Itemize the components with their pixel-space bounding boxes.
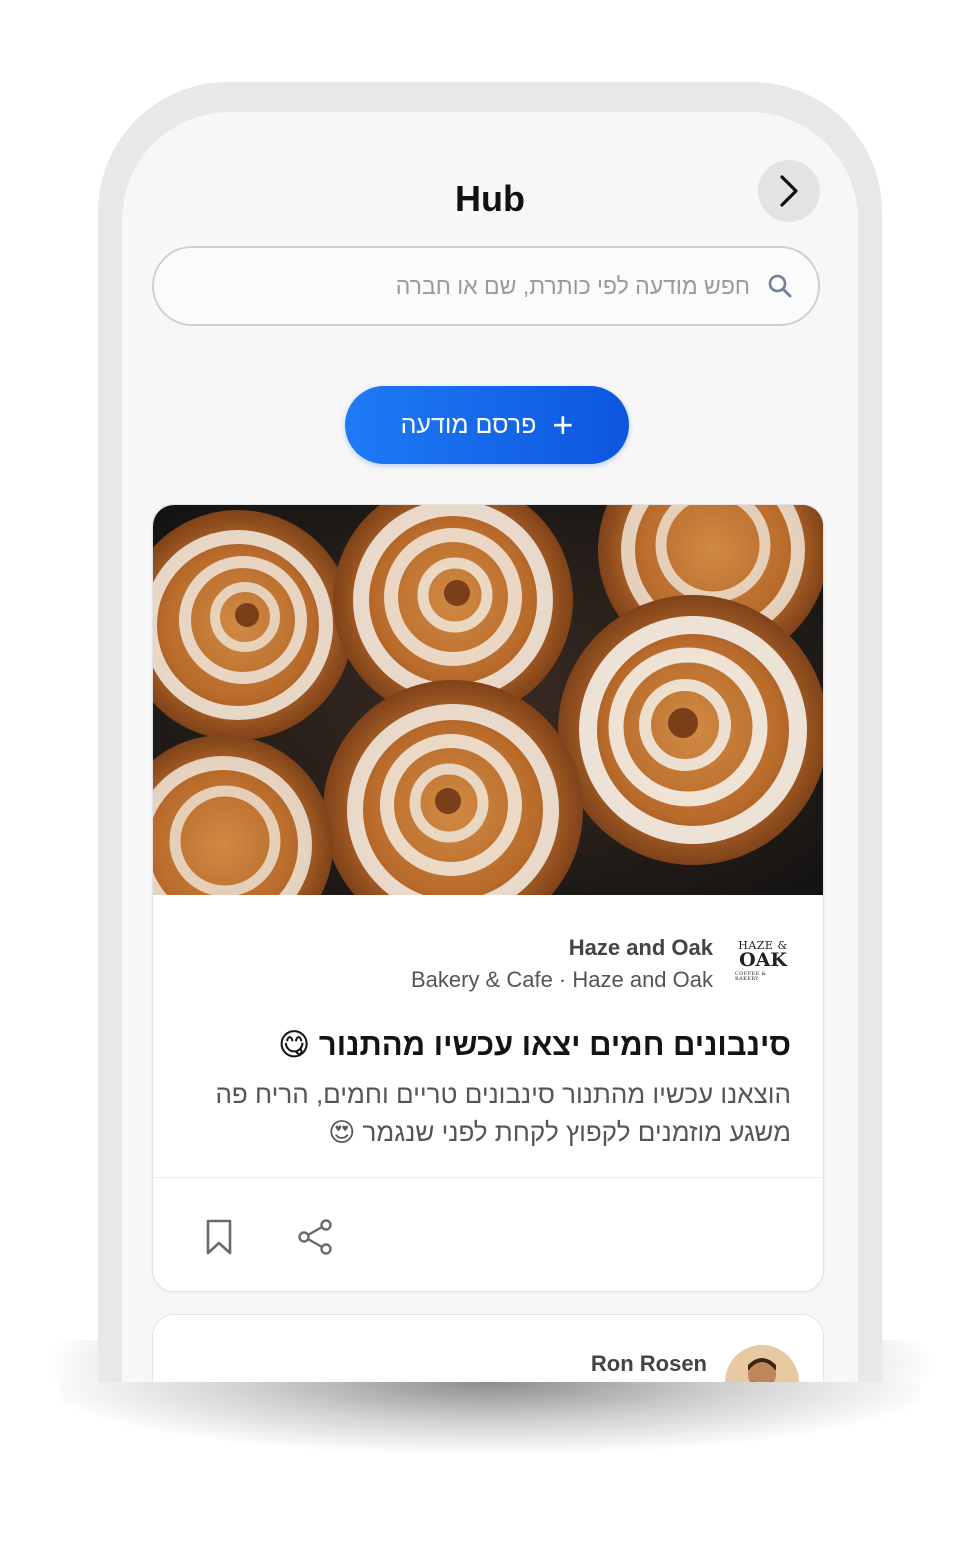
publish-ad-label: פרסם מודעה bbox=[400, 410, 537, 439]
plus-icon: + bbox=[552, 404, 574, 445]
post-body: הוצאנו עכשיו מהתנור סינבונים טריים וחמים… bbox=[215, 1079, 791, 1147]
card-divider bbox=[153, 1177, 823, 1178]
post-card[interactable]: HAZE & OAK COFFEE & BAKERY Haze and Oak … bbox=[152, 504, 824, 1292]
cinnamon-rolls-photo bbox=[153, 505, 823, 895]
search-bar[interactable] bbox=[152, 246, 820, 326]
post-card-2[interactable]: Ron Rosen bbox=[152, 1314, 824, 1382]
author-avatar[interactable] bbox=[725, 1345, 799, 1382]
forward-button[interactable] bbox=[758, 160, 820, 222]
bookmark-icon bbox=[206, 1219, 232, 1255]
post-title: סינבונים חמים יצאו עכשיו מהתנור 😋 bbox=[277, 1027, 791, 1062]
publish-ad-button[interactable]: + פרסם מודעה bbox=[345, 386, 629, 464]
search-input[interactable] bbox=[188, 271, 752, 301]
phone-screen: Hub + פרסם מודעה bbox=[122, 112, 858, 1382]
share-button[interactable] bbox=[291, 1213, 339, 1261]
phone-frame: Hub + פרסם מודעה bbox=[98, 82, 882, 1382]
business-name[interactable]: Haze and Oak bbox=[569, 935, 713, 961]
share-icon bbox=[298, 1219, 332, 1255]
business-logo[interactable]: HAZE & OAK COFFEE & BAKERY bbox=[735, 933, 791, 989]
business-subtitle: Bakery & Cafe · Haze and Oak bbox=[410, 967, 713, 992]
bookmark-button[interactable] bbox=[195, 1213, 243, 1261]
screenshot-stage: Hub + פרסם מודעה bbox=[0, 0, 980, 1561]
search-icon bbox=[766, 272, 794, 300]
chevron-right-icon bbox=[780, 175, 798, 207]
page-title: Hub bbox=[455, 178, 525, 219]
frame-cut-shadow bbox=[60, 1382, 920, 1452]
author-name[interactable]: Ron Rosen bbox=[591, 1351, 707, 1377]
